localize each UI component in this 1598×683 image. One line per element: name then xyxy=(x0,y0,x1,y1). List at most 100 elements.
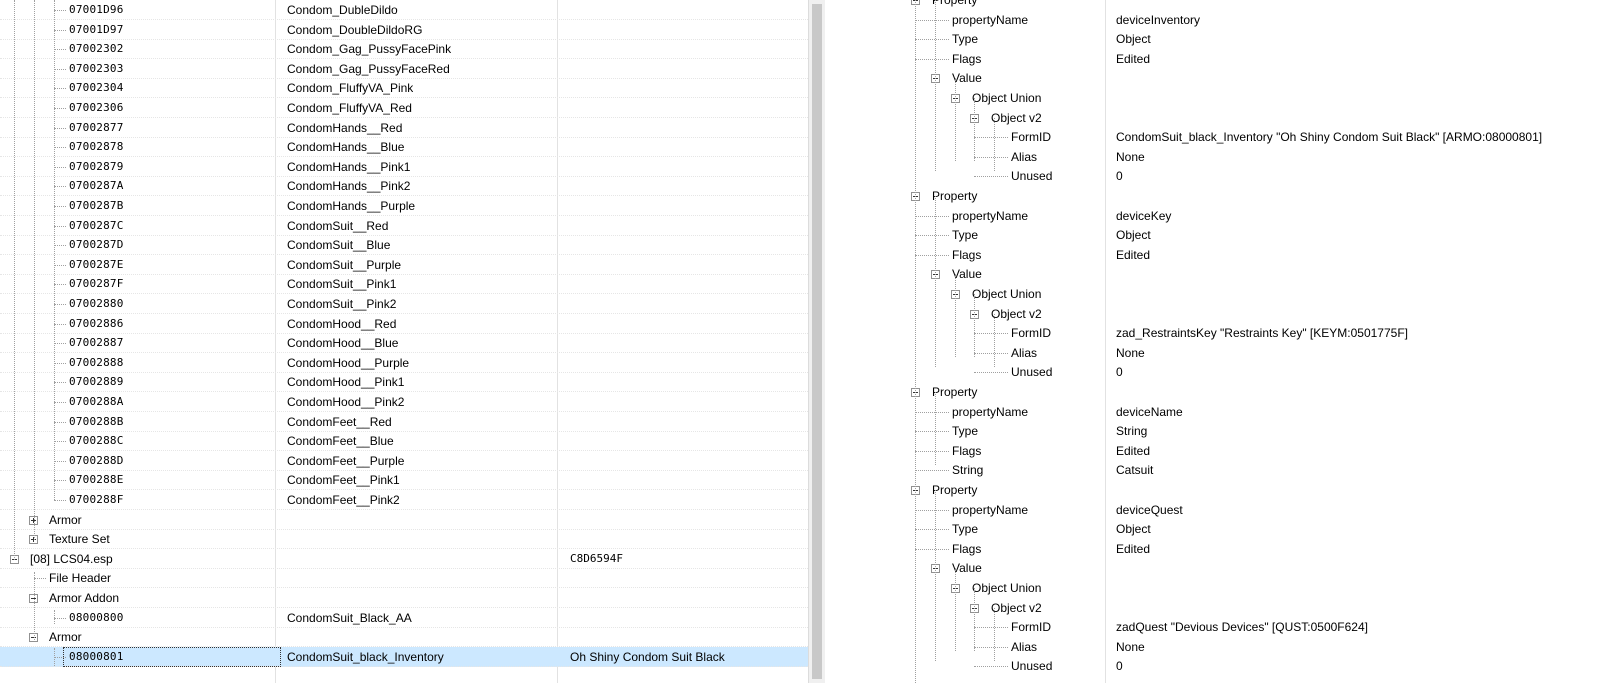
record-row[interactable]: 07002887 CondomHood__Blue xyxy=(0,333,808,353)
editor-id: CondomHood__Purple xyxy=(287,356,410,370)
record-row[interactable]: 0700287E CondomSuit__Purple xyxy=(0,255,808,275)
form-id: 0700287B xyxy=(69,199,124,212)
record-row[interactable]: 07002306 Condom_FluffyVA_Red xyxy=(0,98,808,118)
record-row[interactable]: 07002878 CondomHands__Blue xyxy=(0,137,808,157)
tree-guide-line xyxy=(974,333,1008,334)
group-row[interactable]: Armor xyxy=(0,510,808,530)
record-row[interactable]: 07001D97 Condom_DoubleDildoRG xyxy=(0,20,808,40)
record-row[interactable]: 07002302 Condom_Gag_PussyFacePink xyxy=(0,39,808,59)
tree-guide-line xyxy=(955,274,956,358)
record-row[interactable]: 08000801 CondomSuit_black_Inventory Oh Shi… xyxy=(0,647,808,667)
form-id: 0700288D xyxy=(69,454,124,467)
property-row[interactable]: Value xyxy=(834,68,1598,88)
group-row[interactable]: File Header xyxy=(0,568,808,588)
record-tree-pane[interactable]: 07001D96 Condom_DubleDildo 07001D97 Condom_… xyxy=(0,0,808,683)
left-vertical-scrollbar[interactable] xyxy=(808,0,825,683)
form-id: 0700288E xyxy=(69,473,124,486)
form-id: 07002306 xyxy=(69,101,124,114)
record-row[interactable]: 07002888 CondomHood__Purple xyxy=(0,353,808,373)
group-row[interactable]: Armor Addon xyxy=(0,588,808,608)
form-id: 07002880 xyxy=(69,297,124,310)
tree-guide-line xyxy=(54,49,66,50)
record-row[interactable]: 0700287F CondomSuit__Pink1 xyxy=(0,274,808,294)
pane-splitter[interactable] xyxy=(808,0,834,683)
tree-guide-line xyxy=(974,353,1008,354)
property-row[interactable]: Property xyxy=(834,186,1598,206)
record-row[interactable]: 07001D96 Condom_DubleDildo xyxy=(0,0,808,20)
form-id: 07002886 xyxy=(69,317,124,330)
property-row[interactable]: Object v2 xyxy=(834,598,1598,618)
tree-guide-line xyxy=(915,235,949,236)
record-row[interactable]: 0700288D CondomFeet__Purple xyxy=(0,451,808,471)
editor-id: Condom_FluffyVA_Red xyxy=(287,101,412,115)
property-row[interactable]: Alias None xyxy=(834,147,1598,167)
group-row[interactable]: Armor xyxy=(0,627,808,647)
plugin-row[interactable]: [08] LCS04.esp C8D6594F xyxy=(0,549,808,569)
field-name: Value xyxy=(952,561,982,575)
tree-guide-line xyxy=(54,108,66,109)
tree-guide-line xyxy=(54,304,66,305)
record-row[interactable]: 0700287B CondomHands__Purple xyxy=(0,196,808,216)
field-value: Edited xyxy=(1116,248,1151,262)
property-row[interactable]: Object Union xyxy=(834,88,1598,108)
field-value: deviceKey xyxy=(1116,209,1172,223)
property-row[interactable]: Object Union xyxy=(834,578,1598,598)
property-row[interactable]: FormID zad_RestraintsKey "Restraints Key"… xyxy=(834,323,1598,343)
record-view-pane[interactable]: Property propertyName deviceInventory Type O… xyxy=(834,0,1598,683)
record-row[interactable]: 0700288B CondomFeet__Red xyxy=(0,412,808,432)
property-row[interactable]: Unused 0 xyxy=(834,362,1598,382)
record-row[interactable]: 0700288F CondomFeet__Pink2 xyxy=(0,490,808,510)
record-row[interactable]: 07002886 CondomHood__Red xyxy=(0,314,808,334)
field-name: FormID xyxy=(1011,620,1051,634)
field-value: None xyxy=(1116,346,1145,360)
property-row[interactable]: FormID zadQuest "Devious Devices" [QUST:0… xyxy=(834,617,1598,637)
property-row[interactable]: Property xyxy=(834,480,1598,500)
tree-guide-line xyxy=(54,10,66,11)
record-row[interactable]: 0700288A CondomHood__Pink2 xyxy=(0,392,808,412)
record-row[interactable]: 0700288E CondomFeet__Pink1 xyxy=(0,470,808,490)
form-id: 0700287E xyxy=(69,258,124,271)
property-row[interactable]: Object Union xyxy=(834,284,1598,304)
record-row[interactable]: 07002877 CondomHands__Red xyxy=(0,118,808,138)
property-row[interactable]: Value xyxy=(834,558,1598,578)
tree-guide-line xyxy=(34,572,35,640)
tree-guide-line xyxy=(54,186,66,187)
field-name: Flags xyxy=(952,52,982,66)
editor-id: CondomHands__Pink1 xyxy=(287,160,411,174)
record-row[interactable]: 08000800 CondomSuit_Black_AA xyxy=(0,608,808,628)
record-row[interactable]: 07002304 Condom_FluffyVA_Pink xyxy=(0,78,808,98)
field-name: Property xyxy=(932,189,978,203)
editor-id: CondomSuit_black_Inventory xyxy=(287,650,444,664)
tree-guide-line xyxy=(54,324,66,325)
record-row[interactable]: 0700287A CondomHands__Pink2 xyxy=(0,176,808,196)
record-row[interactable]: 07002889 CondomHood__Pink1 xyxy=(0,372,808,392)
property-row[interactable]: FormID CondomSuit_black_Inventory "Oh Shi… xyxy=(834,127,1598,147)
property-row[interactable]: Object v2 xyxy=(834,304,1598,324)
editor-id: Condom_FluffyVA_Pink xyxy=(287,81,414,95)
property-row[interactable]: Property xyxy=(834,382,1598,402)
property-row[interactable]: Unused 0 xyxy=(834,166,1598,186)
field-name: Object v2 xyxy=(991,601,1042,615)
property-row[interactable]: Alias None xyxy=(834,637,1598,657)
property-row[interactable]: Alias None xyxy=(834,343,1598,363)
record-row[interactable]: 0700288C CondomFeet__Blue xyxy=(0,431,808,451)
record-row[interactable]: 0700287C CondomSuit__Red xyxy=(0,216,808,236)
tree-guide-line xyxy=(935,490,936,662)
editor-id: Condom_Gag_PussyFacePink xyxy=(287,42,452,56)
record-row[interactable]: 07002880 CondomSuit__Pink2 xyxy=(0,294,808,314)
tree-guide-line xyxy=(915,510,949,511)
property-row[interactable]: Object v2 xyxy=(834,108,1598,128)
record-row[interactable]: 07002303 Condom_Gag_PussyFaceRed xyxy=(0,59,808,79)
tree-guide-line xyxy=(54,618,66,619)
record-row[interactable]: 07002879 CondomHands__Pink1 xyxy=(0,157,808,177)
editor-id: CondomSuit__Pink1 xyxy=(287,277,397,291)
record-row[interactable]: 0700287D CondomSuit__Blue xyxy=(0,235,808,255)
property-row[interactable]: Property xyxy=(834,0,1598,10)
field-name: Alias xyxy=(1011,150,1038,164)
field-value: Edited xyxy=(1116,52,1151,66)
tree-guide-line xyxy=(54,245,66,246)
property-row[interactable]: Unused 0 xyxy=(834,656,1598,676)
group-row[interactable]: Texture Set xyxy=(0,529,808,549)
scrollbar-thumb[interactable] xyxy=(812,4,822,679)
property-row[interactable]: Value xyxy=(834,264,1598,284)
